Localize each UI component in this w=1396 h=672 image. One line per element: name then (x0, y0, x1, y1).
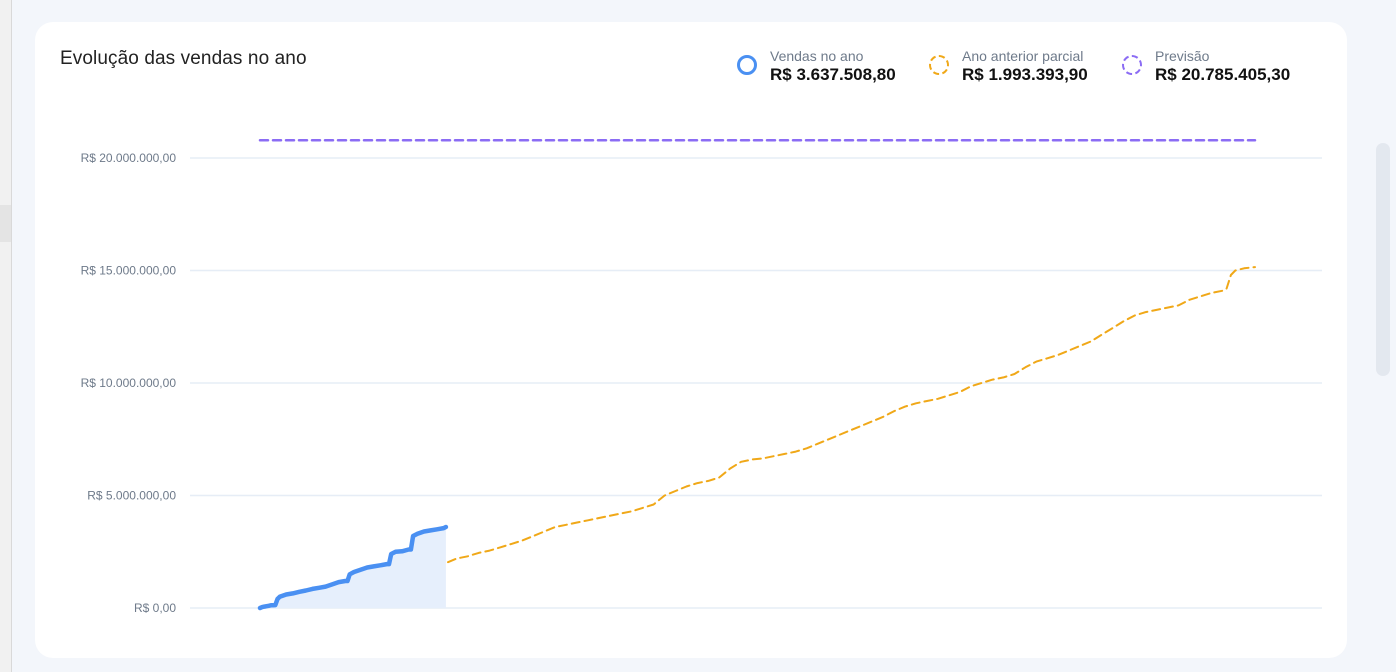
vertical-scrollbar[interactable] (1368, 0, 1396, 672)
scrollbar-thumb[interactable] (1376, 143, 1390, 376)
window-left-edge (0, 0, 12, 672)
left-edge-tab (0, 205, 11, 242)
y-tick-label: R$ 10.000.000,00 (81, 376, 177, 390)
sales-evolution-card: Evolução das vendas no ano Vendas no ano… (35, 22, 1347, 658)
y-tick-label: R$ 5.000.000,00 (87, 489, 176, 503)
y-tick-label: R$ 15.000.000,00 (81, 264, 177, 278)
y-tick-label: R$ 0,00 (134, 601, 176, 615)
sales-line-chart: R$ 0,00 R$ 5.000.000,00 R$ 10.000.000,00 R$… (81, 139, 1322, 615)
y-tick-label: R$ 20.000.000,00 (81, 151, 177, 165)
